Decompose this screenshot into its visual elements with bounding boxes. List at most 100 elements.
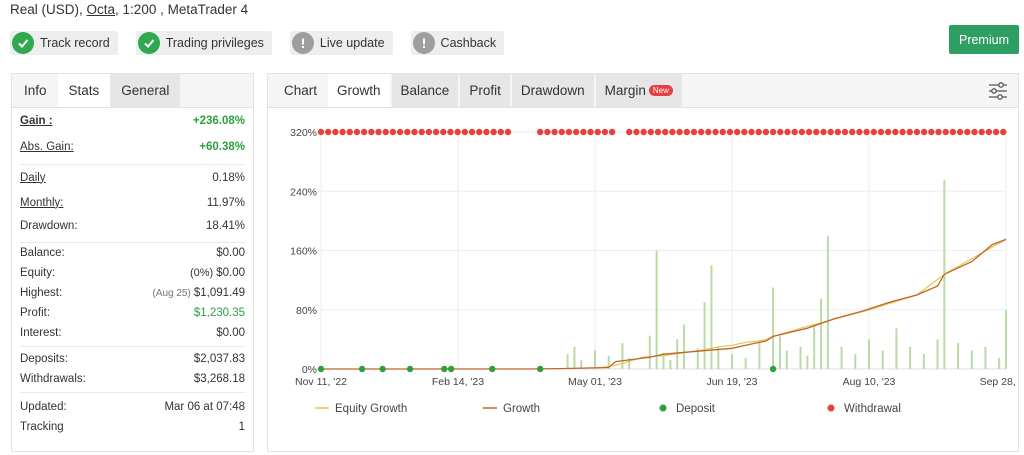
stat-value: +60.38% (199, 141, 245, 153)
chart-tabs: Chart Growth Balance Profit Drawdown Mar… (268, 74, 1018, 108)
withdrawal-dot (913, 128, 921, 136)
deposit-dot (441, 365, 448, 373)
tab-general[interactable]: General (110, 74, 181, 107)
volume-bar (703, 302, 706, 369)
x-tick-label: Sep 28, '23 (980, 376, 1018, 388)
stat-value: $3,268.18 (193, 373, 245, 385)
tab-balance[interactable]: Balance (391, 74, 459, 107)
growth-line (321, 238, 1007, 370)
x-tick-label: Nov 11, '22 (295, 376, 347, 388)
deposit-dot (537, 365, 544, 373)
withdrawal-dot (537, 128, 544, 136)
tab-profit[interactable]: Profit (460, 74, 510, 107)
volume-bar (909, 346, 912, 369)
volume-bar (669, 360, 672, 369)
stat-value: $2,037.83 (193, 353, 245, 365)
withdrawal-dot (594, 128, 601, 136)
stat-prefix: (0%) (189, 267, 214, 279)
stat-label: Deposits: (20, 353, 68, 365)
withdrawal-dot (992, 128, 1000, 136)
volume-bar (731, 354, 733, 369)
withdrawal-dot (762, 128, 770, 136)
chart-settings-icon[interactable] (988, 82, 1008, 100)
volume-bar (566, 354, 569, 369)
withdrawal-dot (791, 128, 798, 136)
withdrawal-dot (964, 128, 971, 136)
stat-label[interactable]: Daily (20, 172, 46, 184)
withdrawal-dot (733, 128, 741, 136)
stat-value: $1,230.35 (193, 307, 245, 319)
badge-live-update[interactable]: Live update (289, 31, 393, 55)
deposit-dot (769, 365, 777, 373)
stat-value: $0.00 (216, 267, 245, 279)
withdrawal-dot (382, 128, 389, 136)
x-tick-label: Jun 19, '23 (706, 376, 757, 388)
tab-chart[interactable]: Chart (275, 74, 326, 107)
stat-label[interactable]: Monthly: (20, 197, 63, 209)
withdrawal-dot (404, 128, 411, 136)
withdrawal-dot (813, 128, 820, 136)
withdrawal-dot (558, 128, 565, 136)
withdrawal-dot (884, 128, 892, 136)
stat-value: $1,091.49 (193, 287, 245, 299)
withdrawal-dot (928, 128, 935, 136)
stat-equity: Equity: (0%) $0.00 (20, 263, 245, 283)
withdrawal-dot (640, 128, 647, 136)
stat-value: 1 (238, 421, 245, 433)
stat-value: $0.00 (216, 247, 245, 259)
stat-label: Highest: (20, 287, 63, 299)
volume-bar (594, 350, 596, 369)
tab-margin[interactable]: Margin New (595, 74, 682, 107)
withdrawal-dot (396, 128, 404, 136)
x-tick-label: May 01, '23 (568, 376, 622, 388)
withdrawal-dot (608, 128, 616, 136)
withdrawal-dot (346, 128, 353, 136)
withdrawal-dot (461, 128, 469, 136)
stat-monthly: Monthly: 11.97% (20, 190, 245, 215)
tab-stats[interactable]: Stats (57, 74, 111, 107)
tab-margin-label: Margin (604, 83, 646, 98)
withdrawal-dot (432, 128, 440, 136)
stat-highest: Highest: (Aug 25) $1,091.49 (20, 283, 245, 303)
tab-growth[interactable]: Growth (328, 74, 390, 107)
stat-label[interactable]: Gain : (20, 115, 53, 127)
withdrawal-dot (447, 128, 454, 136)
withdrawal-dot (360, 128, 368, 136)
badge-trading-privileges[interactable]: Trading privileges (135, 31, 272, 55)
volume-bar (813, 324, 816, 369)
withdrawal-dot (375, 128, 382, 136)
y-tick-label: 160% (290, 246, 317, 258)
premium-button[interactable]: Premium (949, 25, 1019, 54)
withdrawal-dot (483, 128, 490, 136)
volume-bar (868, 339, 870, 369)
stat-label: Interest: (20, 327, 62, 339)
broker-link[interactable]: Octa (87, 2, 116, 17)
stat-label[interactable]: Abs. Gain: (20, 141, 74, 153)
tab-drawdown[interactable]: Drawdown (511, 74, 594, 107)
withdrawal-dot (863, 128, 870, 136)
badge-track-record[interactable]: Track record (10, 31, 118, 55)
withdrawal-dot (683, 128, 690, 136)
badge-cashback[interactable]: Cashback (410, 31, 505, 55)
stat-label: Balance: (20, 247, 65, 259)
stat-label: Updated: (20, 401, 67, 413)
withdrawal-dot (705, 128, 712, 136)
withdrawal-dot (572, 128, 580, 136)
withdrawal-dot (389, 128, 397, 136)
withdrawal-dot (497, 128, 505, 136)
withdrawal-dot (849, 128, 856, 136)
volume-bar (758, 343, 761, 369)
withdrawal-dot (877, 128, 885, 136)
y-tick-label: 80% (296, 305, 317, 317)
withdrawal-dot (676, 128, 683, 136)
withdrawal-dot (551, 128, 558, 136)
withdrawal-dot (870, 128, 877, 136)
status-badges: Track record Trading privileges Live upd… (10, 31, 505, 55)
withdrawal-dot (935, 128, 942, 136)
deposit-dot (358, 365, 366, 373)
volume-bar (998, 357, 1001, 369)
tab-info[interactable]: Info (13, 74, 58, 107)
legend-label: Deposit (676, 403, 716, 415)
withdrawal-dot (626, 128, 633, 136)
stat-withdrawals: Withdrawals: $3,268.18 (20, 369, 245, 389)
